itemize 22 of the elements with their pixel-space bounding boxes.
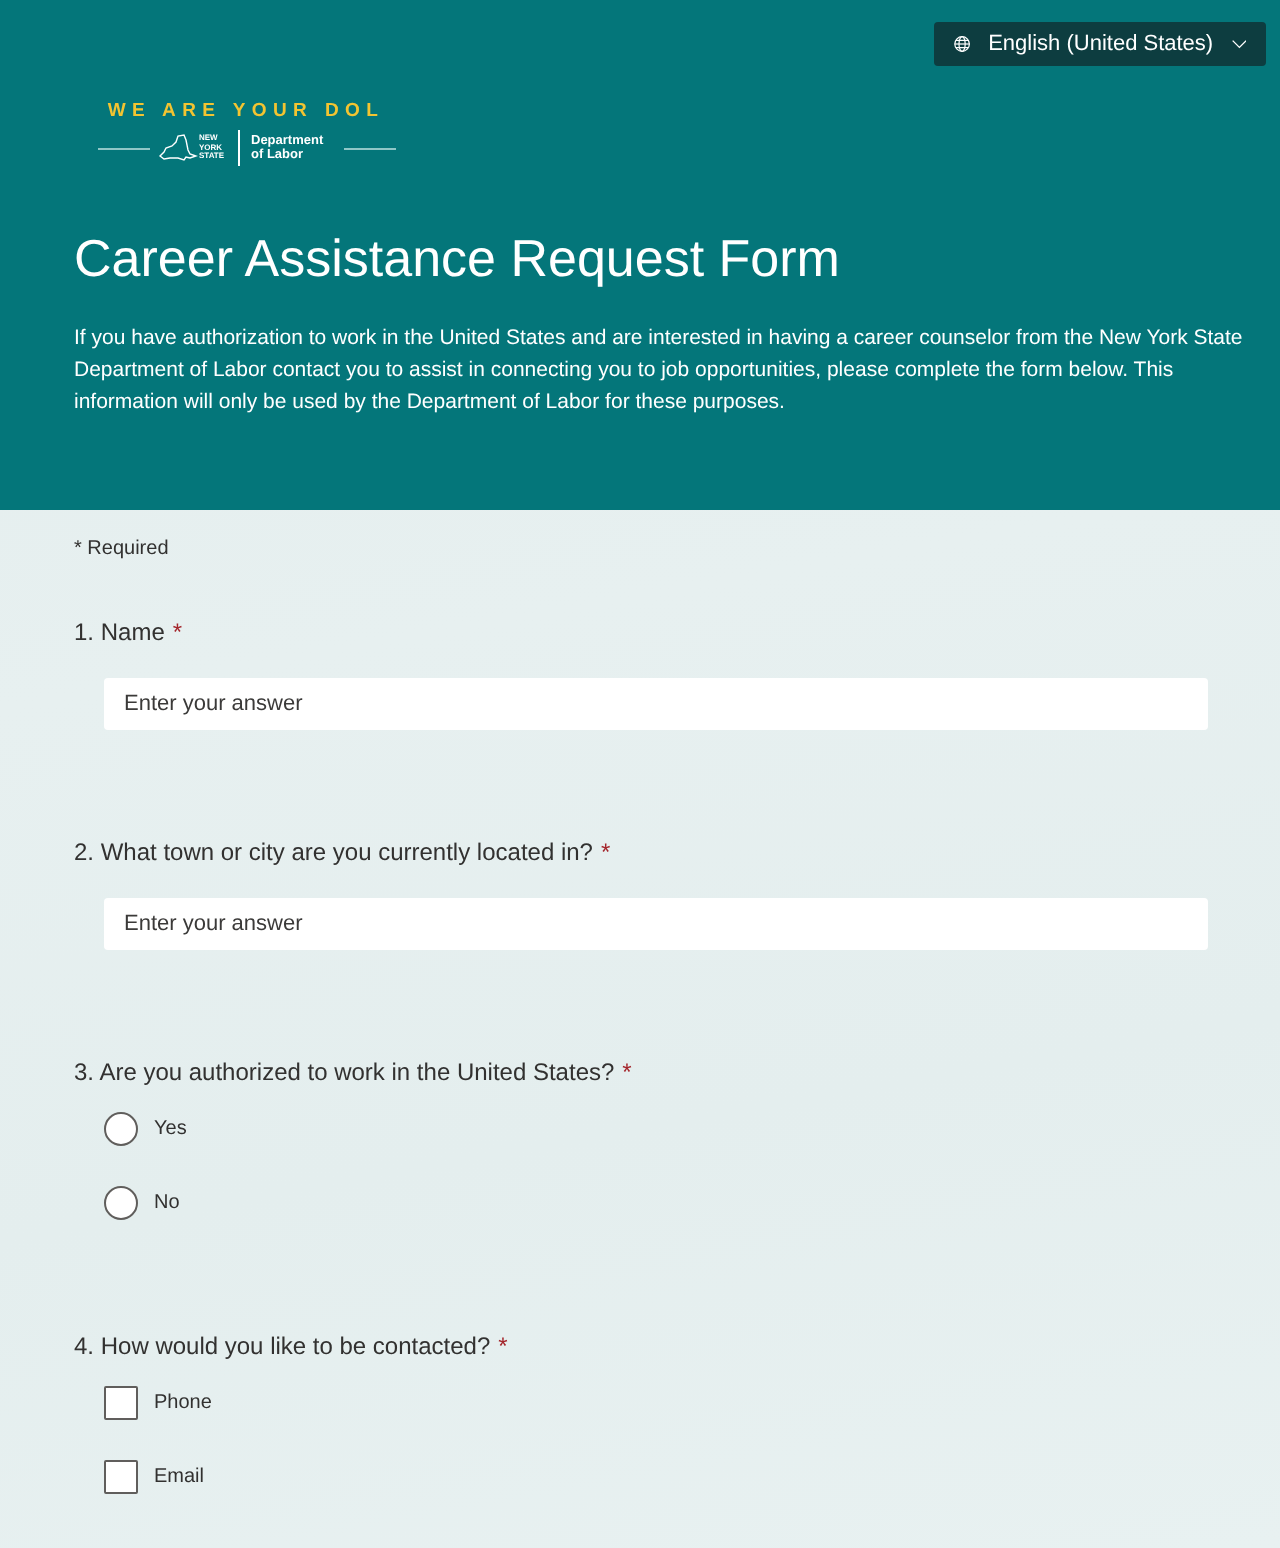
radio-button[interactable] (104, 1185, 138, 1219)
answer-field[interactable]: Enter your answer (104, 898, 1208, 950)
question-title: 2. What town or city are you currently located in? * (74, 836, 613, 870)
question-title: 4. How would you like to be contacted? * (74, 1330, 510, 1364)
form-description: If you have authorization to work in the United States and are interested in having a career counselor from the New York State Department of Labor contact you to assist in connecting you to job opportunities, please complete the form below. This information will only be used by the Department of Labor for these purposes. (74, 324, 1245, 418)
chevron-down-icon (1231, 38, 1246, 50)
required-note: * Required (74, 536, 171, 564)
answer-field[interactable]: Enter your answer (104, 678, 1208, 730)
logo-tagline: WE ARE YOUR DOL (107, 100, 385, 122)
question-title: 1. Name * (74, 616, 185, 650)
checkbox[interactable] (104, 1385, 138, 1419)
option-label: Yes (154, 1117, 187, 1139)
state-outline-icon (157, 134, 197, 162)
globe-icon (954, 32, 971, 56)
language-button[interactable]: English (United States) (934, 22, 1266, 66)
form-title: Career Assistance Request Form (74, 226, 842, 290)
option-label: No (154, 1191, 180, 1213)
option-label: Email (154, 1465, 205, 1487)
radio-button[interactable] (104, 1111, 138, 1145)
checkbox[interactable] (104, 1459, 138, 1493)
option-label: Phone (154, 1391, 212, 1413)
question-title: 3. Are you authorized to work in the United States? * (74, 1056, 634, 1090)
